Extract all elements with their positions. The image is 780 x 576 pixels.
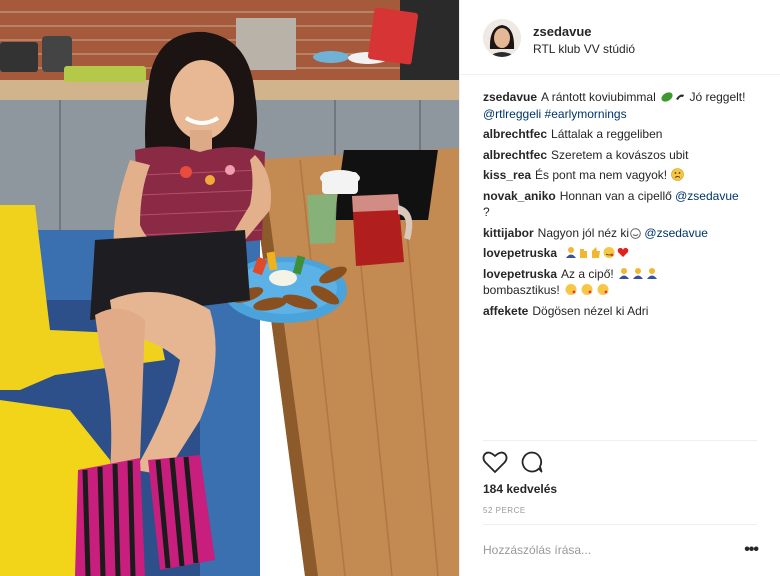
caption-text-2: Jó reggelt! [689, 90, 746, 104]
comment-text: És pont ma nem vagyok! [535, 168, 668, 182]
comment-text: Dögösen nézel ki Adri [532, 303, 649, 318]
comment-username[interactable]: affekete [483, 304, 528, 318]
caption-hashtag[interactable]: #earlymornings [545, 107, 627, 121]
comment-text: Honnan van a cipellő [559, 188, 672, 203]
avatar-image [483, 19, 521, 57]
comment-username[interactable]: kittijabor [483, 226, 534, 240]
heart-outline-icon[interactable] [482, 450, 508, 479]
divider [483, 524, 757, 525]
comment-text-2: bombasztikus! [483, 283, 560, 297]
comment-item: albrechtfec Láttalak a reggeliben [483, 126, 763, 143]
sad-face-emoji-icon [671, 168, 685, 181]
divider [483, 440, 757, 441]
comment-suffix: ? [483, 205, 490, 219]
comment-item: lovepetruska [483, 245, 763, 262]
comment-username[interactable]: albrechtfec [483, 127, 547, 141]
comment-mention[interactable]: @zsedavue [675, 189, 739, 203]
comment-text: Láttalak a reggeliben [551, 127, 663, 141]
comment-list: zsedavue A rántott koviubimmal Jó reggelt… [483, 89, 763, 323]
comment-username[interactable]: lovepetruska [483, 246, 557, 260]
post-timestamp[interactable]: 52 PERCE [483, 506, 526, 515]
comment-text: Szeretem a kovászos ubit [551, 147, 689, 162]
raising-hands-emoji-icon [619, 267, 658, 279]
comment-username[interactable]: kiss_rea [483, 168, 531, 182]
comment-text: Az a cipő! [561, 266, 614, 281]
comment-username[interactable]: novak_aniko [483, 189, 556, 203]
avatar[interactable] [483, 19, 521, 57]
add-comment-input[interactable]: Hozzászólás írása... [483, 543, 591, 557]
comment-bubble-icon[interactable] [520, 450, 544, 479]
caption-mention[interactable]: @rtlreggeli [483, 107, 541, 121]
kiss-face-emoji-icon [565, 284, 609, 295]
cucumber-pepper-emoji-icon [661, 92, 685, 102]
like-count[interactable]: 184 kedvelés [483, 482, 557, 496]
comment-item: affekete Dögösen nézel ki Adri [483, 303, 763, 320]
comment-item: albrechtfec Szeretem a kovászos ubit [483, 147, 763, 164]
comment-item: novak_aniko Honnan van a cipellő @zsedavu… [483, 188, 763, 221]
photo-illustration [0, 0, 459, 576]
post-location[interactable]: RTL klub VV stúdió [533, 42, 635, 56]
comment-text: Nagyon jól néz ki [537, 225, 630, 240]
comment-item: kiss_rea És pont ma nem vagyok! [483, 167, 763, 184]
post-side-panel: zsedavue RTL klub VV stúdió zsedavue A rá… [459, 0, 780, 576]
smile-emoji-icon [630, 227, 641, 239]
comment-username[interactable]: lovepetruska [483, 267, 557, 281]
post-username[interactable]: zsedavue [533, 24, 592, 39]
comment-item: lovepetruska Az a cipő! bombasztikus! [483, 266, 763, 299]
emoji-row-icon [566, 247, 629, 258]
comment-mention[interactable]: @zsedavue [644, 226, 708, 240]
ellipsis-icon[interactable]: ••• [744, 541, 759, 559]
post-photo[interactable] [0, 0, 459, 576]
comment-username[interactable]: albrechtfec [483, 148, 547, 162]
post-header: zsedavue RTL klub VV stúdió [460, 0, 780, 75]
caption-username[interactable]: zsedavue [483, 90, 537, 104]
comment-item: kittijabor Nagyon jól néz ki @zsedavue [483, 225, 763, 242]
caption: zsedavue A rántott koviubimmal Jó reggelt… [483, 89, 763, 122]
instagram-post-view: zsedavue RTL klub VV stúdió zsedavue A rá… [0, 0, 780, 576]
caption-text: A rántott koviubimmal [541, 90, 656, 104]
